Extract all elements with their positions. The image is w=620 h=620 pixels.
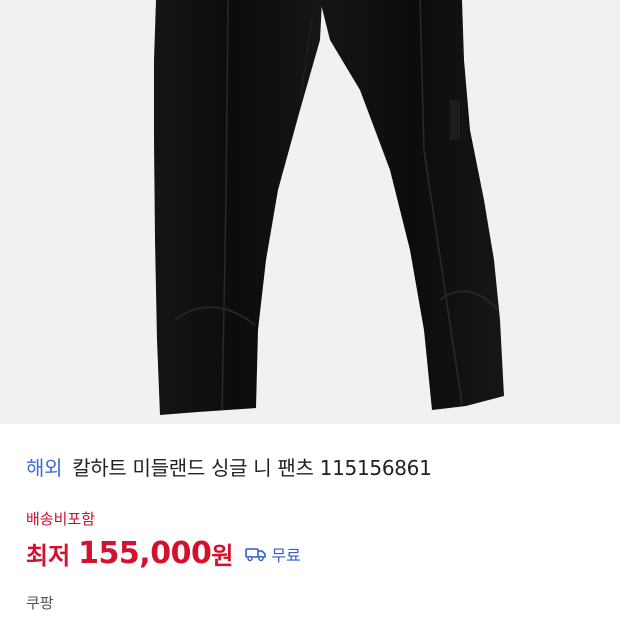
seller-name[interactable]: 쿠팡 xyxy=(26,592,54,613)
price-row: 최저 155,000 원 무료 xyxy=(26,536,301,571)
price-unit: 원 xyxy=(211,542,234,570)
product-title[interactable]: 칼하트 미들랜드 싱글 니 팬츠 115156861 xyxy=(72,456,432,480)
pants-image xyxy=(154,0,504,415)
free-delivery: 무료 xyxy=(245,542,301,566)
price-prefix: 최저 xyxy=(26,542,71,570)
delivery-label: 무료 xyxy=(271,545,301,565)
product-title-row[interactable]: 해외 칼하트 미들랜드 싱글 니 팬츠 115156861 xyxy=(26,452,432,481)
truck-icon xyxy=(245,547,267,561)
product-image[interactable] xyxy=(0,0,620,424)
shipping-note: 배송비포함 xyxy=(26,510,96,528)
price-value: 155,000 xyxy=(78,536,212,571)
origin-badge: 해외 xyxy=(26,456,63,480)
